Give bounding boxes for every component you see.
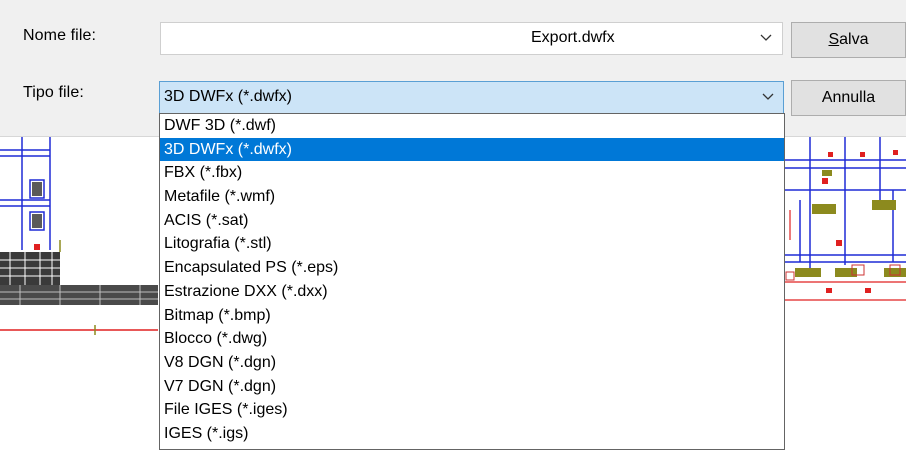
filetype-option[interactable]: Encapsulated PS (*.eps) <box>160 256 784 280</box>
filetype-option[interactable]: DWF 3D (*.dwf) <box>160 114 784 138</box>
filetype-dropdown-list[interactable]: DWF 3D (*.dwf) 3D DWFx (*.dwfx) FBX (*.fbx… <box>159 113 785 450</box>
filetype-option[interactable]: V7 DGN (*.dgn) <box>160 375 784 399</box>
filetype-option[interactable]: Blocco (*.dwg) <box>160 327 784 351</box>
filename-combobox[interactable]: Export.dwfx <box>160 22 783 55</box>
save-button-label: Salva <box>828 31 869 48</box>
filetype-selected-value[interactable]: 3D DWFx (*.dwfx) <box>164 88 292 106</box>
filetype-option[interactable]: 3D DWFx (*.dwfx) <box>160 137 784 162</box>
filename-label: Nome file: <box>23 27 97 44</box>
filetype-option[interactable]: FBX (*.fbx) <box>160 161 784 185</box>
filetype-option[interactable]: V8 DGN (*.dgn) <box>160 351 784 375</box>
filename-input-value[interactable]: Export.dwfx <box>531 29 615 47</box>
chevron-down-icon[interactable] <box>762 93 774 101</box>
filetype-option[interactable]: Estrazione DXX (*.dxx) <box>160 280 784 304</box>
filetype-option[interactable]: Bitmap (*.bmp) <box>160 304 784 328</box>
filetype-label: Tipo file: <box>23 84 84 101</box>
filetype-combobox[interactable]: 3D DWFx (*.dwfx) <box>159 81 784 114</box>
cancel-button[interactable]: Annulla <box>791 80 906 116</box>
filetype-option[interactable]: Metafile (*.wmf) <box>160 185 784 209</box>
filetype-option[interactable]: Litografia (*.stl) <box>160 232 784 256</box>
filetype-option[interactable]: File IGES (*.iges) <box>160 398 784 422</box>
chevron-down-icon[interactable] <box>760 34 772 42</box>
save-button[interactable]: Salva <box>791 22 906 58</box>
filetype-option[interactable]: IGES (*.igs) <box>160 422 784 446</box>
filetype-option[interactable]: ACIS (*.sat) <box>160 209 784 233</box>
screen: Nome file: Export.dwfx Tipo file: 3D DWF… <box>0 0 906 459</box>
